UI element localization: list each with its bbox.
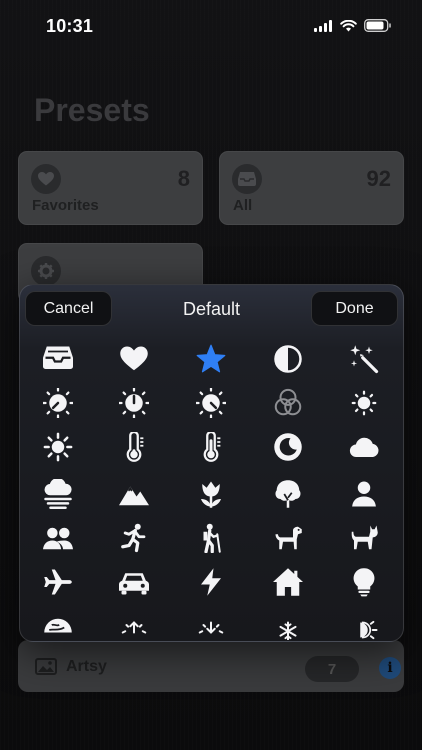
status-bar: 10:31	[0, 0, 422, 54]
preset-row-artsy[interactable]: Artsy 7 i	[18, 640, 404, 692]
preset-label: Artsy	[66, 658, 107, 675]
icon-picker-popover: Cancel Default Done	[19, 284, 404, 642]
page-title: Presets	[34, 92, 150, 128]
sun-icon[interactable]	[32, 427, 84, 467]
status-icons	[314, 19, 392, 32]
fog-icon[interactable]	[32, 474, 84, 514]
signal-icon	[314, 19, 332, 32]
bolt-icon[interactable]	[185, 562, 237, 602]
airplane-icon[interactable]	[32, 562, 84, 602]
tray-icon	[232, 164, 262, 194]
dial-high-icon[interactable]	[185, 383, 237, 423]
mountains-icon[interactable]	[108, 474, 160, 514]
all-count: 92	[366, 166, 391, 191]
snowflake-icon[interactable]	[262, 605, 314, 641]
sunset-icon[interactable]	[185, 605, 237, 641]
half-circle-icon[interactable]	[262, 339, 314, 379]
magic-wand-icon[interactable]	[338, 339, 390, 379]
status-time: 10:31	[46, 16, 94, 36]
card-all[interactable]: 92 All	[219, 151, 404, 225]
wifi-icon	[340, 19, 357, 31]
lamp-icon[interactable]	[338, 605, 390, 641]
thermometer-high-icon[interactable]	[185, 427, 237, 467]
info-button[interactable]: i	[379, 657, 401, 679]
person-icon[interactable]	[338, 474, 390, 514]
card-favorites[interactable]: 8 Favorites	[18, 151, 203, 225]
dial-mid-icon[interactable]	[108, 383, 160, 423]
house-icon[interactable]	[262, 562, 314, 602]
picker-header: Cancel Default Done	[20, 285, 403, 333]
heart-icon[interactable]	[108, 339, 160, 379]
sun-small-icon[interactable]	[338, 383, 390, 423]
runner-icon[interactable]	[108, 518, 160, 558]
tulip-icon[interactable]	[185, 474, 237, 514]
moon-icon[interactable]	[262, 427, 314, 467]
tree-icon[interactable]	[262, 474, 314, 514]
people-icon[interactable]	[32, 518, 84, 558]
favorites-label: Favorites	[32, 197, 99, 214]
all-label: All	[233, 197, 253, 214]
heart-icon	[31, 164, 61, 194]
hiker-icon[interactable]	[185, 518, 237, 558]
rings-icon[interactable]	[262, 383, 314, 423]
globe-icon[interactable]	[32, 605, 84, 641]
star-icon[interactable]	[185, 339, 237, 379]
cloud-icon[interactable]	[338, 427, 390, 467]
tray-icon[interactable]	[32, 339, 84, 379]
car-icon[interactable]	[108, 562, 160, 602]
dog-icon[interactable]	[262, 518, 314, 558]
photo-icon	[35, 658, 57, 675]
dial-low-icon[interactable]	[32, 383, 84, 423]
sunrise-icon[interactable]	[108, 605, 160, 641]
favorites-count: 8	[177, 166, 190, 191]
done-button[interactable]: Done	[311, 291, 398, 326]
cat-icon[interactable]	[338, 518, 390, 558]
thermometer-low-icon[interactable]	[108, 427, 160, 467]
preset-count-badge: 7	[305, 656, 359, 682]
battery-icon	[364, 19, 391, 32]
gear-icon	[31, 256, 61, 286]
lightbulb-icon[interactable]	[338, 562, 390, 602]
